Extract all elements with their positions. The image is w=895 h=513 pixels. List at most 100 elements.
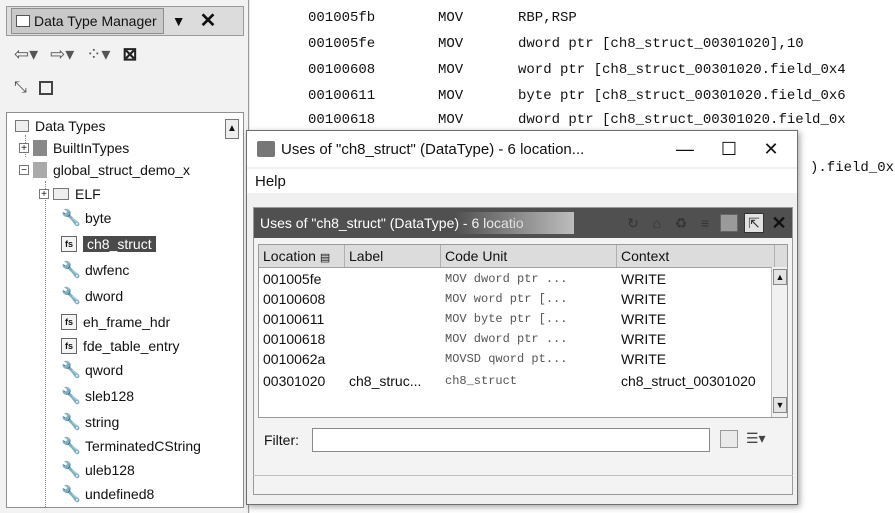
collapse-icon[interactable]: − (19, 165, 29, 176)
list-icon[interactable]: ≡ (696, 214, 714, 232)
wrench-icon: 🔧 (61, 388, 81, 405)
column-header-code-unit[interactable]: Code Unit (441, 245, 617, 267)
cell-label (345, 329, 441, 349)
listing-row[interactable]: 001005fb MOV RBP,RSP (308, 10, 577, 30)
home-icon[interactable]: ⌂ (648, 214, 666, 232)
tree-item-dwfenc[interactable]: 🔧 dwfenc (61, 259, 129, 281)
listing-operands: dword ptr [ch8_struct_00301020.field_0x (518, 112, 846, 128)
listing-row[interactable]: 001005fe MOV dword ptr [ch8_struct_0030102… (308, 36, 804, 56)
table-scrollbar[interactable]: ▲ ▼ (771, 267, 787, 417)
column-header-context[interactable]: Context (617, 245, 775, 267)
listing-row[interactable]: 00100608 MOV word ptr [ch8_struct_00301020… (308, 62, 846, 82)
tree-item-string[interactable]: 🔧 string (61, 411, 119, 433)
tree-item-label: global_struct_demo_x (53, 162, 190, 178)
cell-code-unit: ch8_struct (445, 374, 518, 388)
dtm-tab-title: Data Type Manager (34, 13, 157, 29)
filter-clear-icon[interactable] (720, 430, 738, 448)
tree-item-elf[interactable]: + ELF (39, 183, 101, 205)
tree-item-ch8-struct[interactable]: fs ch8_struct (61, 233, 156, 255)
ghidra-dragon-icon (257, 141, 275, 157)
maximize-button[interactable]: ☐ (709, 131, 749, 167)
collapse-tree-icon[interactable]: ⤡ (14, 79, 27, 97)
scroll-up-button[interactable]: ▲ (773, 269, 787, 285)
tree-item-label: dwfenc (85, 262, 130, 278)
tree-item-label: dword (85, 288, 124, 304)
wrench-icon: 🔧 (61, 438, 81, 455)
cell-location: 00100608 (263, 291, 326, 307)
tree-item-label: BuiltInTypes (53, 140, 130, 156)
dtm-tab[interactable]: Data Type Manager (11, 8, 164, 34)
tree-item-sleb128[interactable]: 🔧 sleb128 (61, 385, 134, 407)
tree-root-label: Data Types (35, 118, 106, 134)
archive-icon (33, 140, 47, 156)
close-button[interactable]: ✕ (751, 131, 791, 167)
tree-item-fde-table-entry[interactable]: fs fde_table_entry (61, 335, 180, 357)
recycle-icon[interactable]: ♻ (672, 214, 690, 232)
expand-icon[interactable]: + (19, 143, 29, 154)
tree-item-builtintypes[interactable]: + BuiltInTypes (19, 137, 129, 159)
window-titlebar[interactable]: Uses of "ch8_struct" (DataType) - 6 loca… (247, 131, 797, 167)
tree-item-program[interactable]: − global_struct_demo_x (19, 159, 190, 181)
refresh-icon[interactable]: ↻ (624, 214, 642, 232)
close-icon[interactable]: ✕ (770, 213, 788, 234)
tree-item-byte[interactable]: 🔧 byte (61, 207, 111, 229)
column-header-location[interactable]: Location ▤ (259, 245, 345, 267)
table-row[interactable]: 001005fe MOV dword ptr ... WRITE (259, 269, 775, 289)
wrench-icon: 🔧 (61, 462, 81, 479)
dtm-toolbar-view: ⤡ (6, 76, 244, 100)
tree-item-label: TerminatedCString (85, 438, 201, 454)
minimize-button[interactable]: — (665, 131, 705, 167)
menu-help[interactable]: Help (255, 173, 286, 190)
column-header-label[interactable]: Label (345, 245, 441, 267)
filter-label: Filter: (264, 432, 299, 448)
listing-row[interactable]: 00100611 MOV byte ptr [ch8_struct_00301020… (308, 88, 846, 108)
forward-arrow-icon[interactable]: ⇨▾ (50, 44, 74, 65)
tree-item-qword[interactable]: 🔧 qword (61, 359, 123, 381)
tree-item-label: sleb128 (85, 388, 135, 404)
tree-item-dword[interactable]: 🔧 dword (61, 285, 123, 307)
references-table: Location ▤ Label Code Unit Context 00100… (258, 244, 788, 418)
window-title: Uses of "ch8_struct" (DataType) - 6 loca… (281, 140, 585, 158)
folder-icon (53, 188, 69, 200)
table-row[interactable]: 00100618 MOV dword ptr ... WRITE (259, 329, 775, 349)
table-header: Location ▤ Label Code Unit Context (259, 245, 787, 268)
panel-header: Uses of "ch8_struct" (DataType) - 6 loca… (254, 208, 792, 238)
tree-scroll-up-button[interactable]: ▲ (225, 119, 239, 139)
expand-icon[interactable]: + (39, 189, 49, 200)
back-arrow-icon[interactable]: ⇦▾ (14, 44, 38, 65)
status-bar (253, 475, 793, 496)
table-row[interactable]: 00301020 ch8_struc... ch8_struct ch8_str… (259, 371, 775, 391)
listing-operands: word ptr [ch8_struct_00301020.field_0x4 (518, 62, 846, 78)
table-row[interactable]: 00100611 MOV byte ptr [... WRITE (259, 309, 775, 329)
close-icon[interactable]: ✕ (200, 11, 217, 31)
tree-item-label: uleb128 (85, 462, 135, 478)
tree-item-eh-frame-hdr[interactable]: fs eh_frame_hdr (61, 311, 170, 333)
archive-menu-icon[interactable]: ⁘▾ (86, 44, 110, 65)
tree-root-data-types[interactable]: Data Types (15, 115, 106, 137)
filter-options-icon[interactable]: ☰▾ (746, 430, 766, 447)
navigate-on-select-icon[interactable]: ⇱ (744, 213, 764, 233)
tree-item-uleb128[interactable]: 🔧 uleb128 (61, 459, 135, 481)
tab-menu-chevron-icon[interactable]: ▼ (172, 13, 186, 29)
filter-input[interactable] (312, 428, 710, 452)
cell-context: WRITE (621, 271, 667, 287)
tree-item-undefined8[interactable]: 🔧 undefined8 (61, 483, 154, 505)
wrench-icon: 🔧 (61, 486, 81, 503)
tree-item-terminatedcstring[interactable]: 🔧 TerminatedCString (61, 435, 201, 457)
preview-window-icon[interactable] (38, 81, 53, 95)
listing-row[interactable]: 00100618 MOV dword ptr [ch8_struct_0030102… (308, 112, 846, 132)
scroll-down-button[interactable]: ▼ (773, 397, 787, 413)
table-row[interactable]: 00100608 MOV word ptr [... WRITE (259, 289, 775, 309)
table-row[interactable]: 0010062a MOVSD qword pt... WRITE (259, 349, 775, 369)
data-type-manager-icon (16, 15, 30, 27)
cell-code-unit: MOV byte ptr [... (445, 312, 568, 326)
listing-address: 001005fb (308, 10, 376, 26)
cell-location: 001005fe (263, 271, 322, 287)
filter-off-icon[interactable]: ⊠ (122, 44, 137, 65)
cell-code-unit: MOV dword ptr ... (445, 272, 568, 286)
tree-item-label: ELF (75, 186, 101, 202)
tree-item-label: qword (85, 362, 124, 378)
snapshot-icon[interactable] (720, 214, 738, 232)
listing-operands: RBP,RSP (518, 10, 577, 26)
listing-address: 00100618 (308, 112, 376, 128)
